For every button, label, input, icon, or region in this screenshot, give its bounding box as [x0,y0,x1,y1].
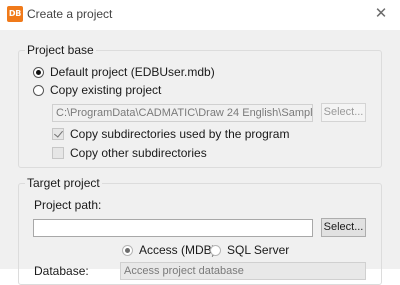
project-path-select-button[interactable]: Select... [321,218,366,237]
copy-other-subdirs-label: Copy other subdirectories [70,146,207,160]
app-logo-icon: DB [7,6,23,22]
copy-used-subdirs-checkbox[interactable] [52,128,64,140]
access-mdb-label: Access (MDB) [139,243,216,257]
close-icon[interactable]: ✕ [372,4,390,24]
default-project-radio-row[interactable]: Default project (EDBUser.mdb) [33,65,215,79]
window-title: Create a project [27,7,113,21]
sql-server-radio[interactable] [210,244,221,256]
database-label: Database: [34,264,89,278]
dialog-body: Project base Default project (EDBUser.md… [0,30,400,285]
access-mdb-radio[interactable] [122,244,133,256]
target-project-legend: Target project [25,176,102,190]
access-mdb-radio-row[interactable]: Access (MDB) [122,243,216,257]
project-path-input[interactable] [33,219,313,237]
sql-server-label: SQL Server [227,243,290,257]
copy-used-subdirs-label: Copy subdirectories used by the program [70,127,290,141]
project-base-legend: Project base [25,43,96,57]
copy-used-subdirs-row[interactable]: Copy subdirectories used by the program [52,127,289,141]
copy-existing-label: Copy existing project [50,83,162,97]
copy-existing-radio[interactable] [33,84,44,96]
project-path-label: Project path: [34,198,102,212]
database-field[interactable]: Access project database [120,262,366,280]
copy-other-subdirs-checkbox[interactable] [52,147,64,159]
source-select-button[interactable]: Select... [321,103,366,122]
title-bar: DB Create a project ✕ [0,0,400,30]
copy-existing-radio-row[interactable]: Copy existing project [33,83,161,97]
default-project-radio[interactable] [33,66,44,78]
sql-server-radio-row[interactable]: SQL Server [210,243,289,257]
copy-other-subdirs-row[interactable]: Copy other subdirectories [52,146,207,160]
default-project-label: Default project (EDBUser.mdb) [50,65,215,79]
source-path-field[interactable]: C:\ProgramData\CADMATIC\Draw 24 English\… [52,104,313,122]
